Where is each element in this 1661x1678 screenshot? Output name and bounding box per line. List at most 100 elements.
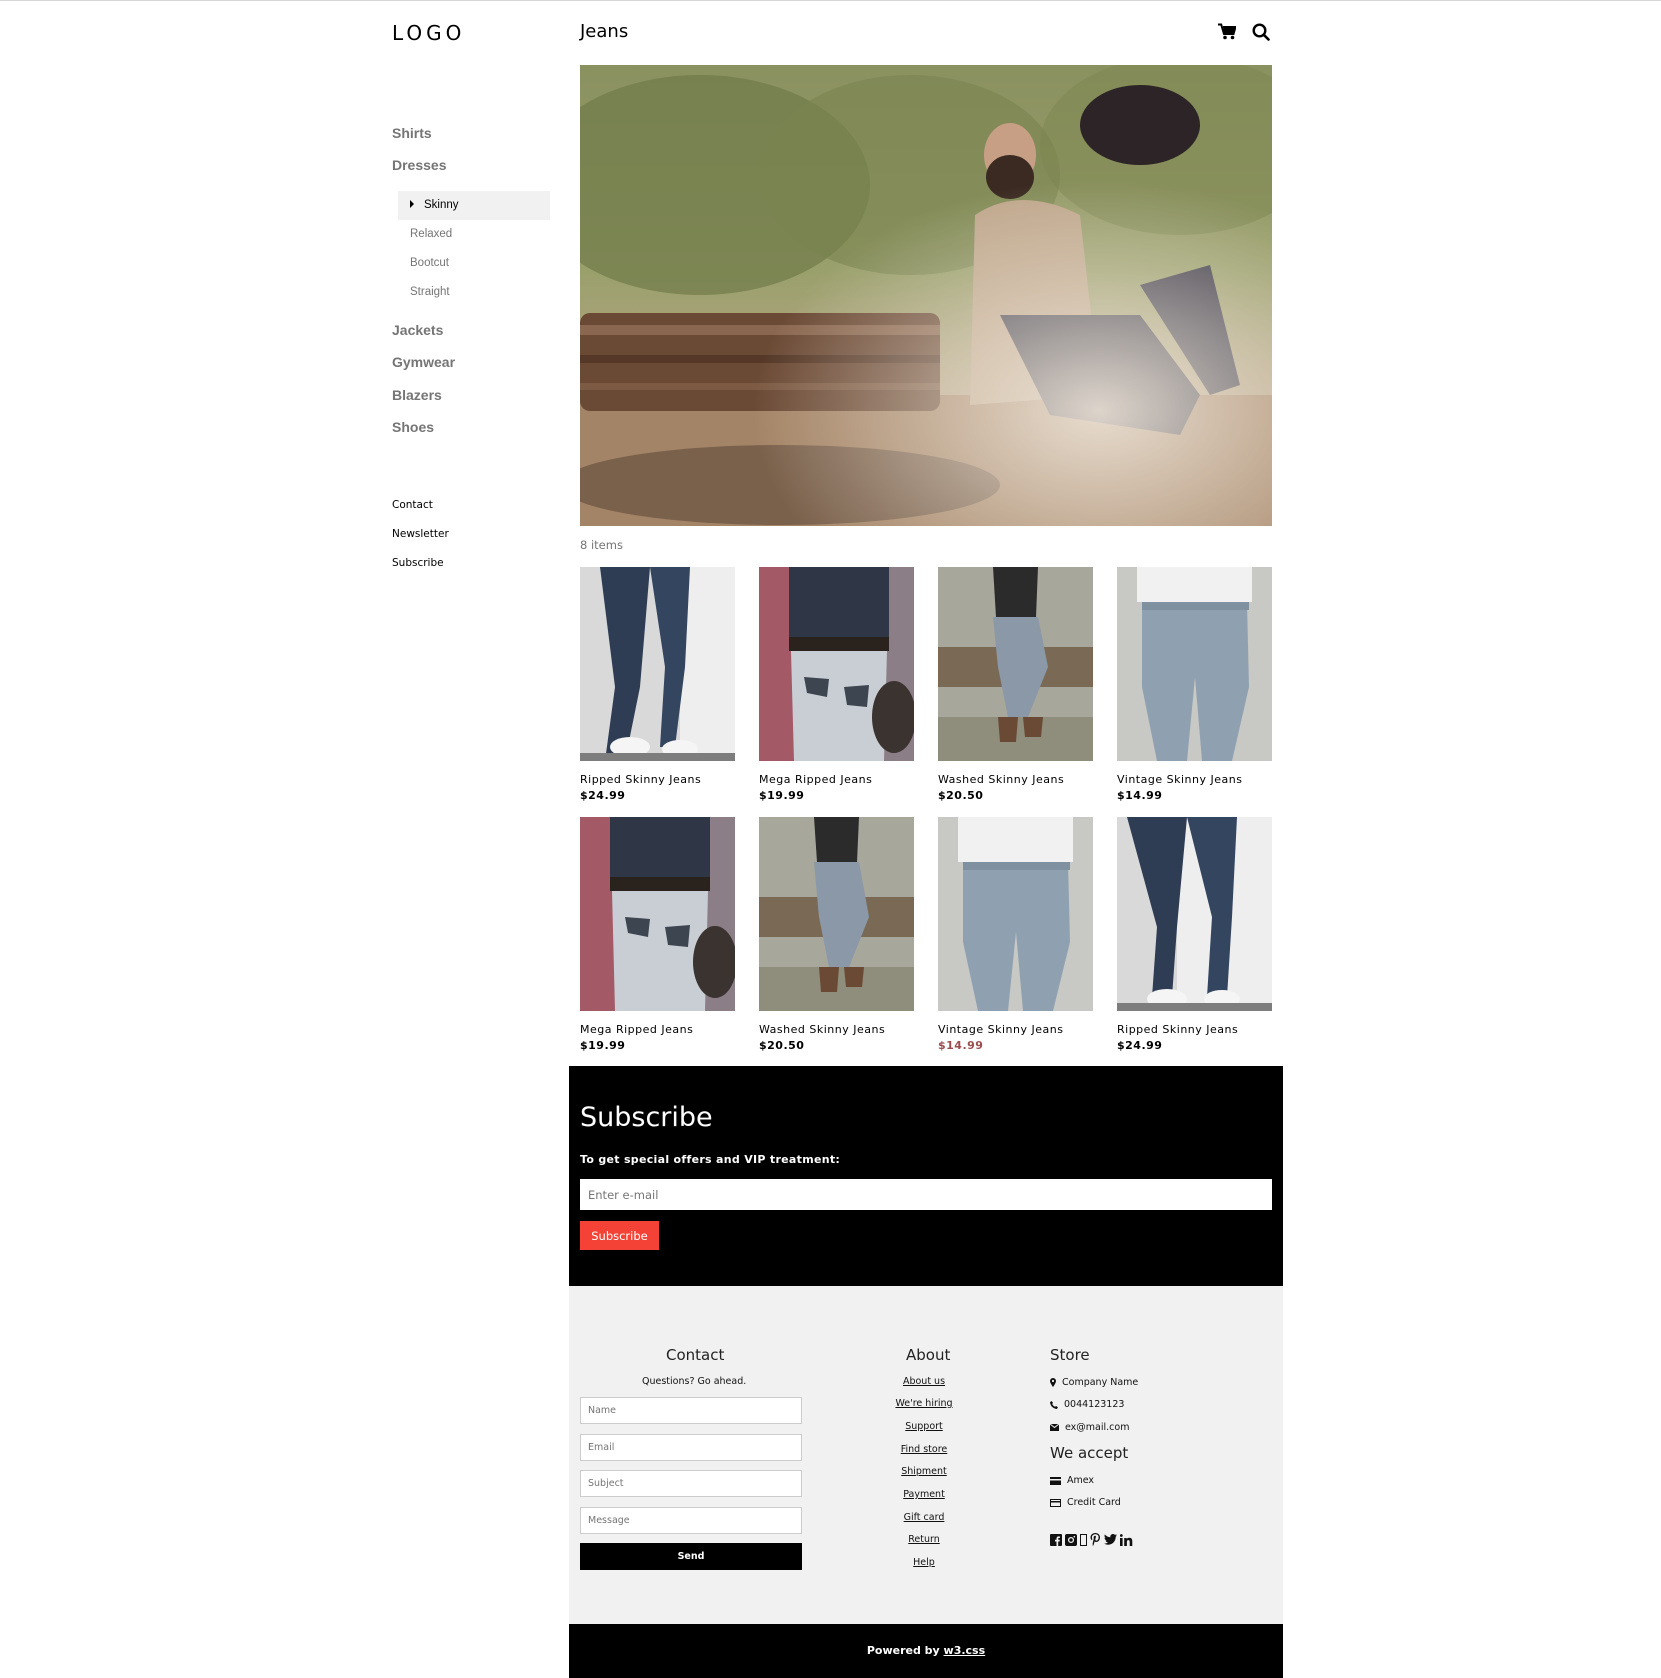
product-card[interactable]: Ripped Skinny Jeans $24.99	[1117, 817, 1272, 1052]
product-card[interactable]: Vintage Skinny Jeans $14.99	[938, 817, 1093, 1052]
product-price: $24.99	[580, 789, 626, 802]
map-marker-icon	[1050, 1378, 1056, 1387]
contact-subject-input[interactable]	[580, 1470, 802, 1497]
about-link-find-store[interactable]: Find store	[854, 1444, 994, 1455]
product-image[interactable]	[1117, 817, 1272, 1011]
items-count: 8 items	[580, 538, 623, 552]
contact-send-button[interactable]: Send	[580, 1543, 802, 1570]
sidebar-subitem-bootcut[interactable]: Bootcut	[398, 249, 550, 278]
about-link-help[interactable]: Help	[854, 1557, 994, 1568]
accept-amex: Amex	[1050, 1475, 1094, 1486]
store-email-text: ex@mail.com	[1065, 1422, 1130, 1433]
product-image[interactable]	[938, 567, 1093, 761]
product-name: Mega Ripped Jeans	[580, 1023, 694, 1036]
hero-image	[580, 65, 1272, 526]
cart-icon[interactable]	[1218, 23, 1238, 43]
store-phone-text: 0044123123	[1064, 1399, 1125, 1410]
product-price-sale: $14.99	[938, 1039, 984, 1052]
about-link-return[interactable]: Return	[854, 1534, 994, 1545]
product-price: $19.99	[580, 1039, 626, 1052]
sidebar-link-contact[interactable]: Contact	[392, 499, 433, 511]
sidebar-link-subscribe[interactable]: Subscribe	[392, 557, 444, 569]
product-image[interactable]	[580, 817, 735, 1011]
product-name: Washed Skinny Jeans	[938, 773, 1065, 786]
product-name: Ripped Skinny Jeans	[1117, 1023, 1239, 1036]
powered-by-text: Powered by	[866, 1644, 944, 1657]
jeans-subcategory-list: Skinny Relaxed Bootcut Straight	[398, 191, 550, 307]
credit-card-icon	[1050, 1476, 1061, 1485]
sidebar-item-blazers[interactable]: Blazers	[392, 387, 442, 403]
sidebar-subitem-relaxed[interactable]: Relaxed	[398, 220, 550, 249]
contact-name-input[interactable]	[580, 1397, 802, 1424]
about-link-about-us[interactable]: About us	[854, 1376, 994, 1387]
sidebar-item-shirts[interactable]: Shirts	[392, 125, 432, 141]
instagram-icon[interactable]	[1065, 1533, 1077, 1546]
contact-message-input[interactable]	[580, 1507, 802, 1534]
search-icon[interactable]	[1252, 23, 1272, 43]
footer-contact-title: Contact	[666, 1346, 725, 1364]
product-image[interactable]	[759, 817, 914, 1011]
footer-store-title: Store	[1050, 1346, 1090, 1364]
powered-by-bar: Powered by w3.css	[569, 1624, 1283, 1678]
subscribe-button[interactable]: Subscribe	[580, 1221, 659, 1250]
w3css-link[interactable]: w3.css	[944, 1644, 986, 1657]
logo[interactable]: LOGO	[392, 21, 465, 45]
product-image[interactable]	[580, 567, 735, 761]
about-link-shipment[interactable]: Shipment	[854, 1466, 994, 1477]
footer: Contact Questions? Go ahead. Send About …	[569, 1286, 1283, 1624]
sidebar-subitem-straight[interactable]: Straight	[398, 278, 550, 307]
sidebar-link-newsletter[interactable]: Newsletter	[392, 528, 449, 540]
product-card[interactable]: Washed Skinny Jeans $20.50	[938, 567, 1093, 802]
about-link-support[interactable]: Support	[854, 1421, 994, 1432]
footer-contact-subtitle: Questions? Go ahead.	[642, 1376, 747, 1387]
pinterest-icon[interactable]	[1090, 1533, 1101, 1546]
page-title: Jeans	[580, 21, 629, 42]
product-name: Vintage Skinny Jeans	[938, 1023, 1064, 1036]
subscribe-email-input[interactable]	[580, 1179, 1272, 1210]
subscribe-title: Subscribe	[580, 1102, 713, 1133]
snapchat-icon[interactable]	[1080, 1533, 1087, 1546]
store-email: ex@mail.com	[1050, 1422, 1129, 1433]
footer-accept-title: We accept	[1050, 1444, 1129, 1462]
caret-right-icon	[410, 200, 414, 208]
sidebar-subitem-skinny[interactable]: Skinny	[398, 191, 550, 220]
product-card[interactable]: Vintage Skinny Jeans $14.99	[1117, 567, 1272, 802]
product-price: $19.99	[759, 789, 805, 802]
product-name: Washed Skinny Jeans	[759, 1023, 886, 1036]
product-price: $14.99	[1117, 789, 1163, 802]
product-price: $24.99	[1117, 1039, 1163, 1052]
product-name: Ripped Skinny Jeans	[580, 773, 702, 786]
store-company: Company Name	[1050, 1377, 1138, 1388]
subscribe-text: To get special offers and VIP treatment:	[580, 1153, 841, 1166]
sidebar-item-jackets[interactable]: Jackets	[392, 322, 443, 338]
footer-about-title: About	[906, 1346, 951, 1364]
credit-card-outline-icon	[1050, 1498, 1061, 1507]
product-card[interactable]: Mega Ripped Jeans $19.99	[759, 567, 914, 802]
store-phone: 0044123123	[1050, 1399, 1124, 1410]
about-link-hiring[interactable]: We're hiring	[854, 1398, 994, 1409]
about-link-gift-card[interactable]: Gift card	[854, 1512, 994, 1523]
accept-credit-card-text: Credit Card	[1067, 1497, 1121, 1508]
product-image[interactable]	[938, 817, 1093, 1011]
product-image[interactable]	[1117, 567, 1272, 761]
product-card[interactable]: Mega Ripped Jeans $19.99	[580, 817, 735, 1052]
linkedin-icon[interactable]	[1120, 1533, 1133, 1546]
product-name: Vintage Skinny Jeans	[1117, 773, 1243, 786]
phone-icon	[1050, 1400, 1058, 1409]
accept-credit-card: Credit Card	[1050, 1497, 1121, 1508]
store-company-text: Company Name	[1062, 1377, 1139, 1388]
contact-email-input[interactable]	[580, 1434, 802, 1461]
sidebar-item-dresses[interactable]: Dresses	[392, 157, 447, 173]
product-card[interactable]: Ripped Skinny Jeans $24.99	[580, 567, 735, 802]
sidebar-item-gymwear[interactable]: Gymwear	[392, 354, 455, 370]
sidebar-subitem-label: Skinny	[424, 199, 459, 211]
twitter-icon[interactable]	[1104, 1534, 1117, 1545]
product-price: $20.50	[938, 789, 984, 802]
product-image[interactable]	[759, 567, 914, 761]
sidebar-item-shoes[interactable]: Shoes	[392, 419, 434, 435]
accept-amex-text: Amex	[1067, 1475, 1095, 1486]
social-icons	[1050, 1533, 1133, 1546]
about-link-payment[interactable]: Payment	[854, 1489, 994, 1500]
facebook-icon[interactable]	[1050, 1533, 1062, 1546]
product-card[interactable]: Washed Skinny Jeans $20.50	[759, 817, 914, 1052]
